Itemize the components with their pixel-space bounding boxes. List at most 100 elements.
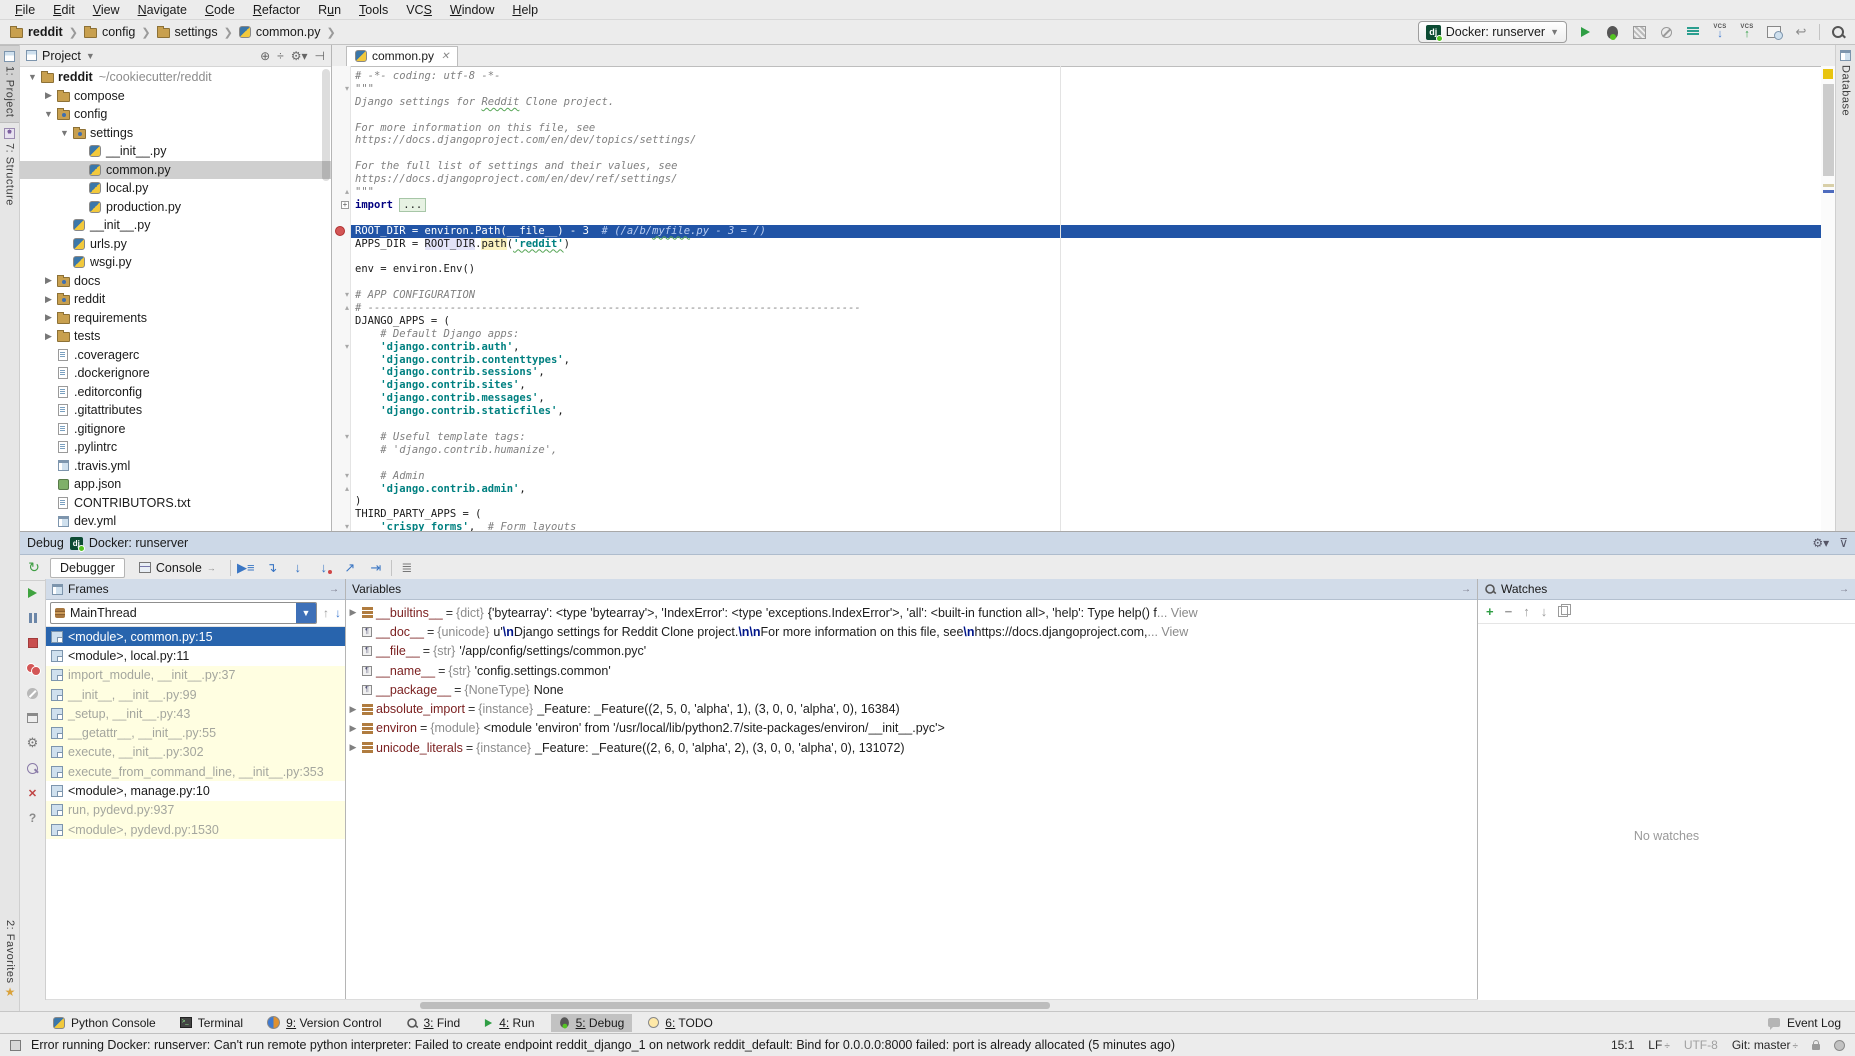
expand-arrow-icon[interactable]: ▶ xyxy=(346,742,360,753)
tree-item-.coveragerc[interactable]: .coveragerc xyxy=(20,346,331,365)
run-dashboard-button[interactable] xyxy=(1684,23,1702,41)
scroll-mark[interactable] xyxy=(1823,190,1834,193)
close-debug-button[interactable]: ✕ xyxy=(25,785,41,801)
tree-item-.gitignore[interactable]: .gitignore xyxy=(20,420,331,439)
variable-row[interactable]: ▶unicode_literals={instance}_Feature: _F… xyxy=(346,738,1477,757)
tree-open-arrow-icon[interactable]: ▼ xyxy=(58,128,71,138)
menu-run[interactable]: Run xyxy=(309,2,350,18)
breadcrumb-config[interactable]: config xyxy=(82,24,137,40)
show-execution-point-button[interactable]: ▶≡ xyxy=(235,560,257,576)
debug-button[interactable] xyxy=(1603,23,1621,41)
menu-navigate[interactable]: Navigate xyxy=(129,2,196,18)
fold-close-icon[interactable]: ▴ xyxy=(345,186,349,198)
vcs-commit-button[interactable]: VCS↑ xyxy=(1738,23,1756,41)
toolwindow-tab-3-find[interactable]: 3: Find xyxy=(398,1014,469,1032)
tab-console[interactable]: Console → xyxy=(129,558,226,578)
fold-expand-icon[interactable]: + xyxy=(341,201,349,209)
tool-stripe-structure[interactable]: 7: Structure xyxy=(0,123,19,211)
breadcrumb-settings[interactable]: settings xyxy=(155,24,220,40)
float-panel-icon[interactable]: → xyxy=(1461,584,1471,595)
profile-button[interactable] xyxy=(1657,23,1675,41)
expand-arrow-icon[interactable]: ▶ xyxy=(346,607,360,618)
pause-button[interactable] xyxy=(25,610,41,626)
step-into-button[interactable]: ↓ xyxy=(287,560,309,575)
tree-closed-arrow-icon[interactable]: ▶ xyxy=(42,275,55,286)
stop-button[interactable] xyxy=(25,635,41,651)
variables-horizontal-scrollbar[interactable] xyxy=(46,999,1478,1011)
toolwindow-tab-4-run[interactable]: 4: Run xyxy=(476,1014,542,1032)
editor-tab-common-py[interactable]: common.py ✕ xyxy=(346,46,458,66)
hide-debug-panel-button[interactable]: ⊽ xyxy=(1839,536,1848,550)
rollback-button[interactable]: ↩ xyxy=(1792,23,1810,41)
tree-item-settings[interactable]: ▼settings xyxy=(20,124,331,143)
menu-view[interactable]: View xyxy=(84,2,129,18)
menu-refactor[interactable]: Refactor xyxy=(244,2,309,18)
tree-item-CONTRIBUTORS.txt[interactable]: CONTRIBUTORS.txt xyxy=(20,494,331,513)
view-link[interactable]: ... View xyxy=(1157,606,1198,620)
tree-item-__init__.py[interactable]: __init__.py xyxy=(20,216,331,235)
frame-row[interactable]: _setup, __init__.py:43 xyxy=(46,704,345,723)
tree-item-reddit[interactable]: ▶reddit xyxy=(20,290,331,309)
tree-item-reddit[interactable]: ▼reddit~/cookiecutter/reddit xyxy=(20,68,331,87)
fold-open-icon[interactable]: ▾ xyxy=(345,83,349,95)
tree-closed-arrow-icon[interactable]: ▶ xyxy=(42,331,55,342)
event-log-button[interactable]: Event Log xyxy=(1787,1016,1841,1030)
restore-layout-button[interactable] xyxy=(25,710,41,726)
move-watch-up-button[interactable]: ↑ xyxy=(1523,604,1530,619)
tree-item-urls.py[interactable]: urls.py xyxy=(20,235,331,254)
frame-row[interactable]: <module>, pydevd.py:1530 xyxy=(46,820,345,839)
collapse-all-button[interactable]: ÷ xyxy=(277,49,284,63)
thread-select[interactable]: MainThread ▼ xyxy=(50,602,317,624)
recent-changes-button[interactable] xyxy=(1765,23,1783,41)
fold-open-icon[interactable]: ▾ xyxy=(345,289,349,301)
run-to-cursor-button[interactable]: ⇥ xyxy=(365,560,387,576)
mute-breakpoints-button[interactable] xyxy=(25,685,41,701)
frame-row[interactable]: import_module, __init__.py:37 xyxy=(46,666,345,685)
frame-row[interactable]: __init__, __init__.py:99 xyxy=(46,685,345,704)
code-analysis-indicator[interactable] xyxy=(1823,69,1833,79)
layout-settings-button[interactable]: ≣ xyxy=(396,560,418,576)
vcs-update-button[interactable]: VCS↓ xyxy=(1711,23,1729,41)
line-ending-widget[interactable]: LF÷ xyxy=(1648,1038,1670,1052)
chevron-down-icon[interactable]: ▼ xyxy=(86,51,95,61)
frame-row[interactable]: execute_from_command_line, __init__.py:3… xyxy=(46,762,345,781)
menu-vcs[interactable]: VCS xyxy=(397,2,441,18)
locate-file-button[interactable]: ⊕ xyxy=(260,49,270,63)
frame-row[interactable]: execute, __init__.py:302 xyxy=(46,743,345,762)
tool-stripe-database[interactable]: Database xyxy=(1836,45,1855,121)
variable-row[interactable]: ▶environ={module}<module 'environ' from … xyxy=(346,719,1477,738)
tool-stripe-project[interactable]: 1: Project xyxy=(0,45,19,123)
view-breakpoints-button[interactable] xyxy=(25,660,41,676)
project-tree-scrollbar[interactable] xyxy=(322,69,330,181)
menu-tools[interactable]: Tools xyxy=(350,2,397,18)
variable-row[interactable]: ▶__builtins__={dict}{'bytearray': <type … xyxy=(346,603,1477,622)
toolwindow-toggle-icon[interactable] xyxy=(10,1040,21,1051)
resume-button[interactable] xyxy=(25,585,41,601)
frame-row[interactable]: <module>, local.py:11 xyxy=(46,646,345,665)
expand-arrow-icon[interactable]: ▶ xyxy=(346,723,360,734)
tree-item-.dockerignore[interactable]: .dockerignore xyxy=(20,364,331,383)
frame-row[interactable]: <module>, common.py:15 xyxy=(46,627,345,646)
editor-scrollbar[interactable] xyxy=(1821,66,1835,531)
tree-item-dev.yml[interactable]: dev.yml xyxy=(20,512,331,531)
rerun-button[interactable]: ↻ xyxy=(22,559,46,576)
add-watch-button[interactable]: + xyxy=(1486,604,1494,619)
debug-settings-button[interactable]: ⚙▾ xyxy=(1812,536,1829,550)
next-frame-button[interactable]: ↓ xyxy=(335,606,341,620)
scrollbar-thumb[interactable] xyxy=(1823,84,1834,176)
tab-debugger[interactable]: Debugger xyxy=(50,558,125,578)
highlighting-level-icon[interactable] xyxy=(1834,1040,1845,1051)
tree-item-.editorconfig[interactable]: .editorconfig xyxy=(20,383,331,402)
read-only-lock-icon[interactable] xyxy=(1812,1044,1820,1050)
float-panel-icon[interactable]: → xyxy=(1839,584,1849,595)
tree-closed-arrow-icon[interactable]: ▶ xyxy=(42,312,55,323)
frame-row[interactable]: run, pydevd.py:937 xyxy=(46,801,345,820)
menu-window[interactable]: Window xyxy=(441,2,503,18)
fold-open-icon[interactable]: ▾ xyxy=(345,470,349,482)
variable-row[interactable]: ¶__name__={str}'config.settings.common' xyxy=(346,661,1477,680)
previous-frame-button[interactable]: ↑ xyxy=(323,606,329,620)
variable-row[interactable]: ¶__package__={NoneType}None xyxy=(346,680,1477,699)
menu-code[interactable]: Code xyxy=(196,2,244,18)
tree-item-docs[interactable]: ▶docs xyxy=(20,272,331,291)
frame-row[interactable]: <module>, manage.py:10 xyxy=(46,781,345,800)
